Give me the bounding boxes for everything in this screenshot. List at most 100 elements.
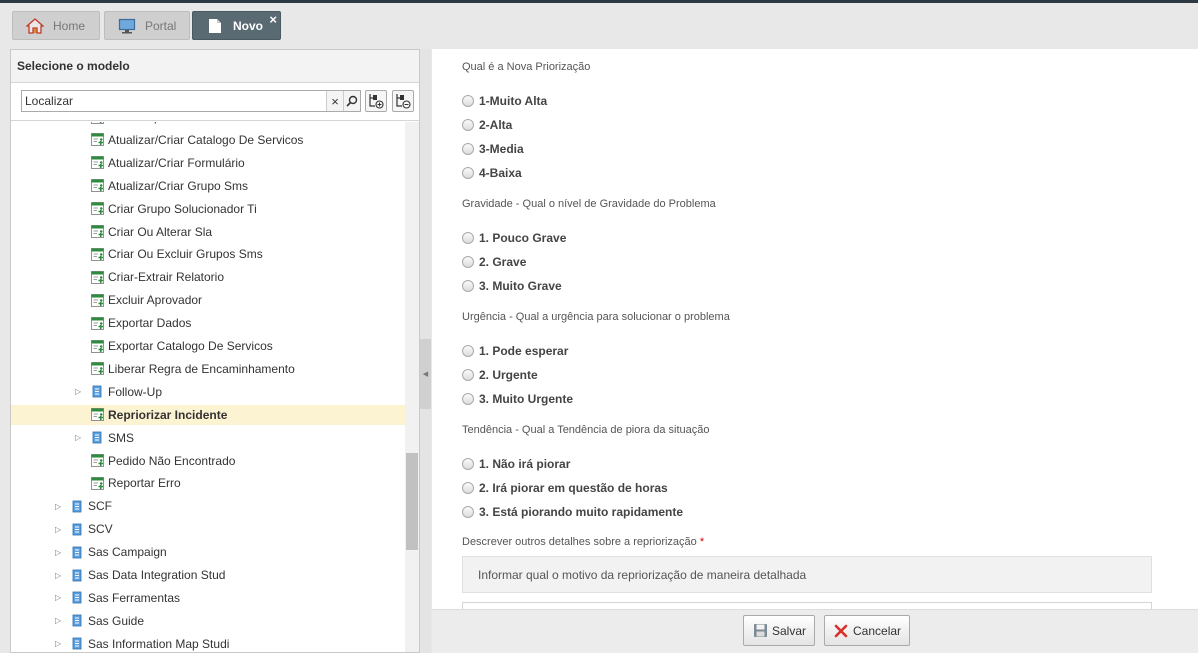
- radio-option[interactable]: 1. Pouco Grave: [462, 231, 566, 245]
- search-box: ×: [21, 90, 361, 112]
- expand-arrow-icon[interactable]: ▷: [55, 616, 65, 625]
- save-label: Salvar: [772, 623, 807, 638]
- tree-folder[interactable]: ▷ Sas Data Integration Stud: [11, 565, 225, 585]
- form-icon: [91, 247, 104, 261]
- radio-button[interactable]: [462, 143, 474, 155]
- tree-item[interactable]: Atualizar/Criar Grupo Sms: [11, 176, 248, 196]
- tab-portal[interactable]: Portal: [104, 11, 190, 40]
- radio-option[interactable]: 2. Irá piorar em questão de horas: [462, 481, 668, 495]
- tab-novo[interactable]: Novo ×: [192, 11, 281, 40]
- expand-arrow-icon[interactable]: ▷: [75, 433, 85, 442]
- radio-button[interactable]: [462, 95, 474, 107]
- tree-folder[interactable]: ▷ Sas Information Map Studi: [11, 634, 229, 652]
- cancel-icon: [833, 623, 849, 639]
- tree-item[interactable]: Alterar Aprovador: [11, 122, 201, 127]
- form-icon: [91, 202, 104, 215]
- radio-button[interactable]: [462, 232, 474, 244]
- category-icon: [71, 523, 84, 536]
- details-textarea[interactable]: Informar qual o motivo da repriorização …: [462, 556, 1152, 593]
- radio-option-label: 1. Pode esperar: [479, 344, 569, 358]
- radio-option[interactable]: 3. Muito Urgente: [462, 392, 573, 406]
- search-input[interactable]: [22, 91, 326, 111]
- collapse-panel-handle[interactable]: ◀: [420, 339, 431, 409]
- radio-button[interactable]: [462, 506, 474, 518]
- search-icon[interactable]: [343, 91, 360, 111]
- tree-folder[interactable]: ▷ SCV: [11, 519, 113, 539]
- home-icon: [25, 17, 45, 35]
- radio-option[interactable]: 1-Muito Alta: [462, 94, 547, 108]
- expand-arrow-icon[interactable]: ▷: [55, 593, 65, 602]
- radio-option[interactable]: 2. Grave: [462, 255, 526, 269]
- radio-option[interactable]: 1. Pode esperar: [462, 344, 568, 358]
- tree-item-label: Sas Information Map Studi: [88, 636, 230, 651]
- radio-button[interactable]: [462, 256, 474, 268]
- tree-item[interactable]: Pedido Não Encontrado: [11, 451, 235, 471]
- radio-button[interactable]: [462, 119, 474, 131]
- expand-arrow-icon[interactable]: ▷: [55, 639, 65, 648]
- close-icon[interactable]: ×: [269, 13, 277, 26]
- expand-arrow-icon[interactable]: ▷: [55, 571, 65, 580]
- tree-item[interactable]: Reportar Erro: [11, 473, 181, 493]
- tree-item[interactable]: Criar-Extrair Relatorio: [11, 267, 224, 287]
- radio-option-label: 2. Irá piorar em questão de horas: [479, 481, 668, 495]
- tree-item-label: Atualizar/Criar Catalogo De Servicos: [108, 132, 304, 147]
- radio-button[interactable]: [462, 482, 474, 494]
- radio-option[interactable]: 4-Baixa: [462, 166, 522, 180]
- radio-option[interactable]: 3. Está piorando muito rapidamente: [462, 505, 683, 519]
- tree-folder[interactable]: ▷ Sas Campaign: [11, 542, 167, 562]
- radio-button[interactable]: [462, 458, 474, 470]
- tree-item[interactable]: Repriorizar Incidente: [11, 404, 405, 425]
- tree-item-label: Sas Campaign: [88, 545, 167, 560]
- collapse-all-button[interactable]: [392, 90, 414, 112]
- radio-option[interactable]: 1. Não irá piorar: [462, 457, 570, 471]
- required-marker: *: [699, 536, 705, 548]
- save-icon: [752, 623, 768, 639]
- form-footer: Salvar Cancelar: [432, 609, 1198, 653]
- monitor-icon: [117, 17, 137, 35]
- tab-home[interactable]: Home: [12, 11, 100, 40]
- tree-item[interactable]: Criar Ou Excluir Grupos Sms: [11, 244, 263, 264]
- tree-item[interactable]: Exportar Catalogo De Servicos: [11, 336, 273, 356]
- radio-option[interactable]: 3-Media: [462, 142, 524, 156]
- radio-button[interactable]: [462, 167, 474, 179]
- tree-item[interactable]: Criar Ou Alterar Sla: [11, 222, 212, 242]
- radio-option[interactable]: 2. Urgente: [462, 368, 538, 382]
- panel-splitter[interactable]: ◀: [420, 49, 431, 653]
- tree-item[interactable]: Criar Grupo Solucionador Ti: [11, 199, 257, 219]
- clear-search-button[interactable]: ×: [326, 91, 343, 111]
- tree-item[interactable]: Liberar Regra de Encaminhamento: [11, 359, 295, 379]
- tree-folder[interactable]: ▷ SMS: [11, 428, 134, 448]
- tree-folder[interactable]: ▷ Sas Guide: [11, 611, 144, 631]
- tree-item[interactable]: Atualizar/Criar Catalogo De Servicos: [11, 130, 303, 150]
- tree-item[interactable]: Atualizar/Criar Formulário: [11, 153, 245, 173]
- tree-item-label: Follow-Up: [108, 384, 163, 399]
- expand-arrow-icon[interactable]: ▷: [55, 525, 65, 534]
- tree-scrollbar[interactable]: [405, 122, 419, 652]
- scrollbar-thumb[interactable]: [406, 453, 418, 550]
- radio-option[interactable]: 3. Muito Grave: [462, 279, 562, 293]
- expand-arrow-icon[interactable]: ▷: [55, 502, 65, 511]
- expand-arrow-icon[interactable]: ▷: [75, 387, 85, 396]
- tree-folder[interactable]: ▷ Sas Ferramentas: [11, 588, 180, 608]
- tree-folder[interactable]: ▷ Follow-Up: [11, 382, 162, 402]
- tree-item[interactable]: Excluir Aprovador: [11, 290, 202, 310]
- tree-item-label: SCF: [88, 499, 112, 514]
- radio-button[interactable]: [462, 369, 474, 381]
- save-button[interactable]: Salvar: [743, 615, 816, 646]
- tree-item-label: Excluir Aprovador: [108, 293, 203, 308]
- form-icon: [91, 476, 104, 490]
- form-icon: [91, 293, 104, 307]
- cancel-button[interactable]: Cancelar: [824, 615, 911, 646]
- expand-all-button[interactable]: [365, 90, 387, 112]
- radio-button[interactable]: [462, 393, 474, 405]
- details-textarea-extra[interactable]: [462, 602, 1152, 609]
- radio-button[interactable]: [462, 345, 474, 357]
- tree-folder[interactable]: ▷ SCF: [11, 496, 112, 516]
- radio-option[interactable]: 2-Alta: [462, 118, 512, 132]
- expand-arrow-icon[interactable]: ▷: [55, 548, 65, 557]
- radio-button[interactable]: [462, 280, 474, 292]
- details-label-text: Descrever outros detalhes sobre a reprio…: [462, 536, 697, 548]
- form-icon: [91, 133, 104, 147]
- tree-item[interactable]: Exportar Dados: [11, 313, 191, 333]
- tree-item-label: Pedido Não Encontrado: [108, 453, 236, 468]
